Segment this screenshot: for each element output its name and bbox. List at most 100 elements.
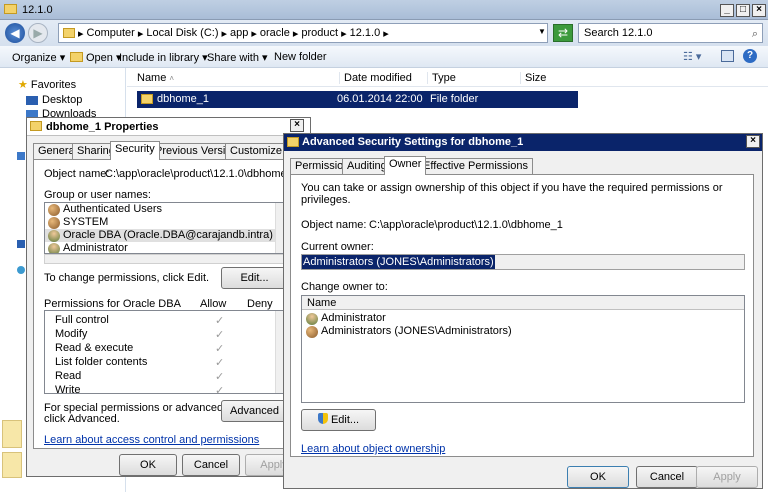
advanced-security-dialog: Advanced Security Settings for dbhome_1 … — [283, 133, 763, 489]
learn-object-ownership-link[interactable]: Learn about object ownership — [301, 443, 445, 455]
breadcrumb-oracle[interactable]: oracle — [260, 27, 290, 39]
list-item[interactable]: Administrator — [45, 242, 288, 253]
window-title: 12.1.0 — [22, 4, 53, 16]
breadcrumb-12-1-0[interactable]: 12.1.0 — [350, 27, 381, 39]
column-type[interactable]: Type — [427, 72, 456, 84]
group-icon — [48, 216, 60, 229]
users-hscrollbar[interactable] — [44, 254, 289, 264]
group-icon — [48, 203, 60, 216]
allow-check-icon: ✓ — [215, 329, 225, 341]
learn-access-control-link[interactable]: Learn about access control and permissio… — [44, 434, 259, 446]
breadcrumb-product[interactable]: product — [301, 27, 338, 39]
address-dropdown-icon[interactable]: ▼ — [538, 27, 546, 36]
search-input[interactable]: Search 12.1.0 ⌕ — [578, 23, 763, 43]
tab-owner[interactable]: Owner — [384, 156, 427, 175]
permission-row: Modify ✓ — [55, 328, 225, 341]
column-size[interactable]: Size — [520, 72, 546, 84]
tab-effective-permissions[interactable]: Effective Permissions — [418, 158, 533, 174]
close-button[interactable]: × — [290, 119, 304, 132]
minimize-button[interactable]: _ — [720, 4, 734, 17]
list-item[interactable]: Oracle DBA (Oracle.DBA@carajandb.intra) — [45, 229, 288, 242]
explorer-titlebar: 12.1.0 _ □ × — [0, 0, 768, 20]
owners-list-header: Name — [302, 296, 744, 310]
apply-button[interactable]: Apply — [696, 466, 758, 488]
object-name-label: Object name: — [301, 219, 367, 231]
tab-security[interactable]: Security — [110, 141, 160, 160]
refresh-icon[interactable]: ⇄ — [553, 24, 573, 42]
permissions-header: Permissions for Oracle DBA — [44, 298, 181, 310]
allow-header: Allow — [200, 298, 227, 310]
users-list: Authenticated Users SYSTEM Oracle DBA (O… — [44, 202, 289, 254]
properties-dialog: dbhome_1 Properties × General Sharing Se… — [26, 117, 311, 477]
close-button[interactable]: × — [746, 135, 760, 148]
breadcrumb-separator: ▸ — [251, 27, 257, 40]
allow-check-icon: ✓ — [215, 357, 225, 369]
permission-row: Write ✓ — [55, 384, 275, 394]
permission-row: Read & execute ✓ — [55, 342, 225, 355]
share-with-menu[interactable]: Share with ▾ — [207, 51, 268, 64]
tab-customize[interactable]: Customize — [225, 143, 287, 159]
table-row[interactable]: dbhome_1 06.01.2014 22:00 File folder — [137, 91, 578, 108]
edit-button[interactable]: Edit... — [221, 267, 288, 289]
view-options-icon[interactable]: ☷ ▾ — [683, 50, 701, 63]
advanced-button[interactable]: Advanced — [221, 400, 288, 422]
address-bar[interactable]: ▸ Computer ▸ Local Disk (C:) ▸ app ▸ ora… — [58, 23, 548, 43]
list-item[interactable]: Authenticated Users — [45, 203, 288, 216]
allow-check-icon: ✓ — [215, 315, 225, 327]
maximize-button[interactable]: □ — [736, 4, 750, 17]
folder-icon — [2, 420, 22, 448]
list-item[interactable]: Administrators (JONES\Administrators) — [306, 325, 512, 338]
include-library-menu[interactable]: Include in library ▾ — [119, 51, 208, 64]
breadcrumb-computer[interactable]: Computer — [87, 27, 135, 39]
new-folder-button[interactable]: New folder — [274, 51, 327, 63]
permission-row: List folder contents ✓ — [55, 356, 225, 369]
open-button[interactable]: Open ▾ — [70, 51, 122, 64]
current-owner-field: Administrators (JONES\Administrators) — [301, 254, 745, 270]
folder-icon — [4, 4, 17, 14]
breadcrumb-app[interactable]: app — [230, 27, 248, 39]
forward-button-icon[interactable]: ▶ — [28, 23, 48, 43]
breadcrumb-separator: ▸ — [78, 27, 84, 40]
folder-icon — [287, 137, 299, 147]
breadcrumb-separator: ▸ — [292, 27, 299, 40]
breadcrumb-separator: ▸ — [137, 27, 144, 40]
group-label: Group or user names: — [44, 189, 151, 201]
cancel-button[interactable]: Cancel — [636, 466, 698, 488]
ok-button[interactable]: OK — [119, 454, 177, 476]
permission-row: Full control ✓ — [55, 314, 225, 327]
breadcrumb-local-disk[interactable]: Local Disk (C:) — [146, 27, 218, 39]
change-permissions-text: To change permissions, click Edit. — [44, 272, 210, 284]
nav-desktop[interactable]: Desktop — [26, 94, 82, 106]
row-date: 06.01.2014 22:00 — [337, 93, 423, 105]
list-item[interactable]: SYSTEM — [45, 216, 288, 229]
column-name[interactable]: Name ˄ — [137, 72, 174, 84]
name-column-header[interactable]: Name — [307, 297, 336, 309]
close-button[interactable]: × — [752, 4, 766, 17]
cancel-button[interactable]: Cancel — [182, 454, 240, 476]
special-permissions-text-2: click Advanced. — [44, 413, 120, 425]
nav-item-icon — [17, 240, 25, 248]
shield-icon — [317, 413, 328, 424]
dialog-title: dbhome_1 Properties — [46, 121, 159, 133]
ok-button[interactable]: OK — [567, 466, 629, 488]
permission-row: Read ✓ — [55, 370, 225, 383]
folder-icon — [141, 94, 153, 104]
allow-check-icon: ✓ — [215, 385, 225, 394]
star-icon: ★ — [18, 79, 28, 91]
list-item[interactable]: Administrator — [306, 312, 386, 325]
breadcrumb-separator: ▸ — [383, 27, 389, 40]
organize-menu[interactable]: Organize ▾ — [12, 51, 65, 64]
user-icon — [306, 312, 318, 325]
advanced-tabs: Permissions Auditing Owner Effective Per… — [290, 156, 750, 175]
edit-button[interactable]: Edit... — [301, 409, 376, 431]
preview-pane-icon[interactable] — [721, 50, 734, 62]
nav-item-icon — [17, 152, 25, 160]
nav-item-icon — [17, 266, 25, 274]
column-date-modified[interactable]: Date modified — [339, 72, 412, 84]
folder-icon — [2, 452, 22, 478]
search-icon: ⌕ — [751, 28, 758, 40]
nav-favorites[interactable]: ★ Favorites — [18, 78, 76, 92]
back-button-icon[interactable]: ◀ — [5, 23, 25, 43]
help-icon[interactable]: ? — [743, 49, 757, 63]
current-owner-label: Current owner: — [301, 241, 374, 253]
